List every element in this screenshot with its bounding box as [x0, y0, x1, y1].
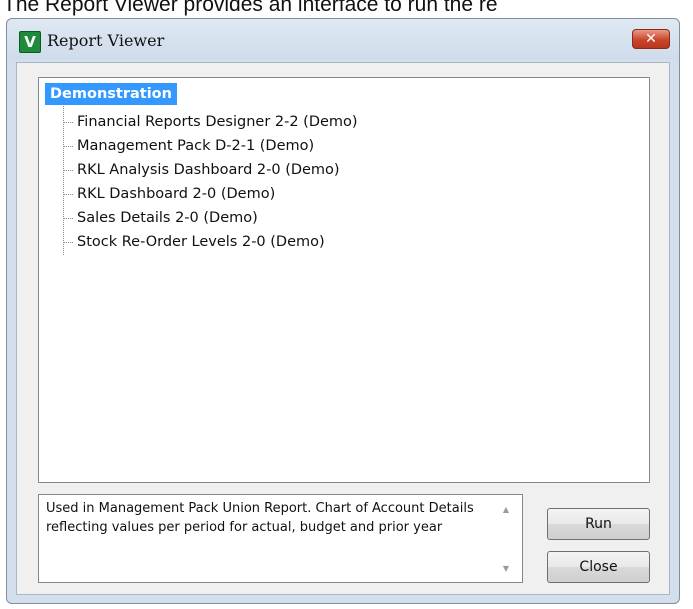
window-title: Report Viewer	[47, 31, 165, 50]
caption-text: The Report Viewer provides an interface …	[3, 0, 498, 16]
dialog-body: Demonstration Financial Reports Designer…	[16, 62, 670, 595]
close-icon: ✕	[645, 31, 657, 47]
tree-branch-line	[63, 242, 73, 243]
description-box[interactable]: Used in Management Pack Union Report. Ch…	[38, 494, 523, 583]
tree-item-label: Financial Reports Designer 2-2 (Demo)	[77, 114, 358, 130]
tree-branch-line	[63, 218, 73, 219]
tree-branch-line	[63, 170, 73, 171]
page: The Report Viewer provides an interface …	[0, 0, 693, 609]
report-tree[interactable]: Demonstration Financial Reports Designer…	[38, 77, 650, 483]
tree-branch-line	[63, 146, 73, 147]
app-logo-icon: V	[19, 31, 41, 53]
close-button[interactable]: Close	[547, 551, 650, 583]
report-viewer-window: V Report Viewer ✕ Demonstration Financia…	[6, 18, 680, 604]
tree-item-label: Stock Re-Order Levels 2-0 (Demo)	[77, 234, 325, 250]
tree-item-label: Management Pack D-2-1 (Demo)	[77, 138, 315, 154]
tree-connector-line	[63, 106, 64, 255]
title-bar[interactable]: V Report Viewer ✕	[7, 19, 679, 63]
tree-item-label: Sales Details 2-0 (Demo)	[77, 210, 258, 226]
tree-item-label: RKL Analysis Dashboard 2-0 (Demo)	[77, 162, 340, 178]
run-button[interactable]: Run	[547, 508, 650, 540]
tree-branch-line	[63, 122, 73, 123]
window-close-button[interactable]: ✕	[632, 29, 670, 49]
tree-branch-line	[63, 194, 73, 195]
tree-item-label: RKL Dashboard 2-0 (Demo)	[77, 186, 276, 202]
scroll-down-arrow-icon[interactable]: ▼	[498, 562, 514, 576]
description-text: Used in Management Pack Union Report. Ch…	[46, 501, 474, 535]
tree-root-demonstration[interactable]: Demonstration	[45, 83, 177, 105]
scroll-up-arrow-icon[interactable]: ▲	[498, 503, 514, 517]
